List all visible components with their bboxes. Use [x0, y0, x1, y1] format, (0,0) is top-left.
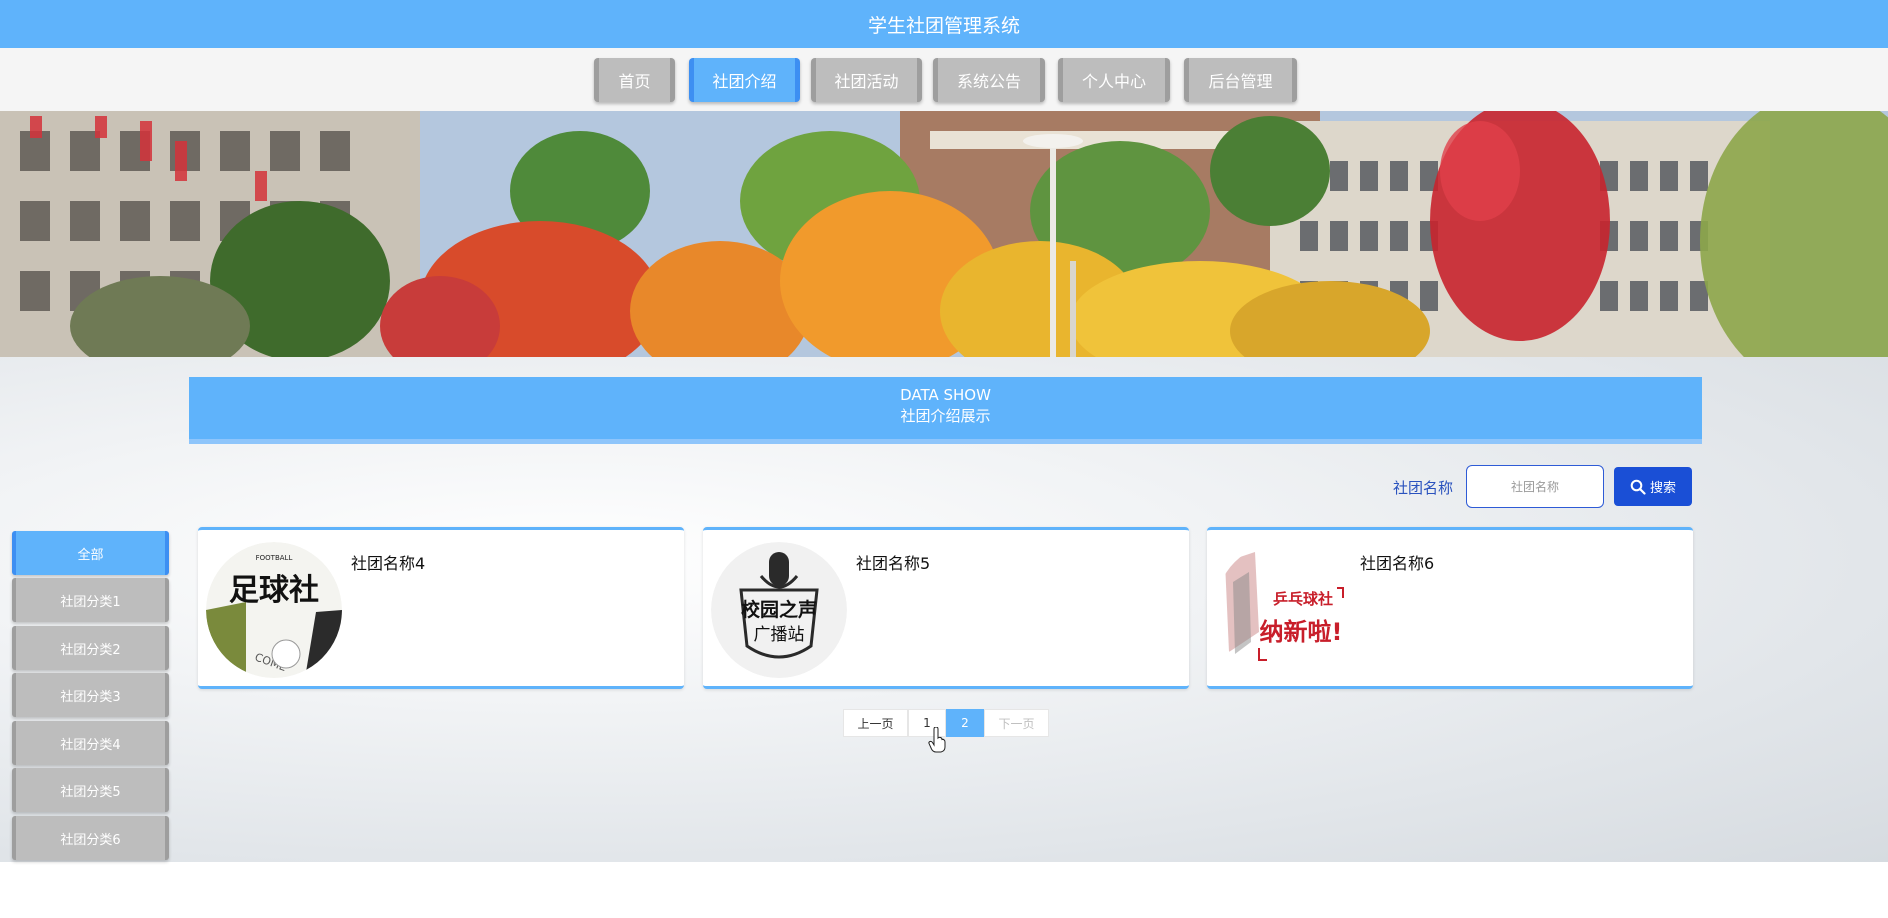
nav-label: 后台管理	[1208, 72, 1273, 91]
club-image-pingpong: 乒乓球社 纳新啦!	[1215, 542, 1351, 678]
section-header: DATA SHOW 社团介绍展示	[189, 377, 1702, 444]
sidebar-item-all[interactable]: 全部	[12, 531, 169, 575]
top-nav: 首页 社团介绍 社团活动 系统公告 个人中心 后台管理	[0, 58, 1888, 102]
sidebar-item-category-2[interactable]: 社团分类2	[12, 626, 169, 670]
sidebar-item-label: 社团分类3	[60, 689, 121, 705]
nav-label: 首页	[618, 72, 651, 91]
section-title: 社团介绍展示	[900, 407, 991, 425]
page-number-2[interactable]: 2	[946, 709, 984, 737]
club-name: 社团名称5	[856, 554, 931, 573]
club-card[interactable]: FOOTBALL 足球社 COME 社团名称4	[198, 527, 684, 689]
next-page-label: 下一页	[998, 716, 1035, 731]
football-logo-text: FOOTBALL	[256, 554, 293, 562]
sidebar-item-label: 社团分类5	[60, 784, 121, 800]
club-card[interactable]: 乒乓球社 纳新啦! 社团名称6	[1207, 527, 1693, 689]
search-icon	[1630, 479, 1646, 495]
nav-label: 社团介绍	[712, 72, 777, 91]
pingpong-logo-line1: 乒乓球社	[1273, 590, 1333, 608]
campus-banner-illustration	[0, 111, 1888, 357]
app-title: 学生社团管理系统	[867, 14, 1020, 37]
search-button-label: 搜索	[1649, 481, 1676, 496]
sidebar-item-category-4[interactable]: 社团分类4	[12, 721, 169, 765]
club-name: 社团名称6	[1360, 554, 1435, 573]
club-card[interactable]: 校园之声 广播站 社团名称5	[703, 527, 1189, 689]
hand-pointer-icon	[928, 727, 946, 753]
app-header: 学生社团管理系统	[0, 0, 1888, 48]
search-input[interactable]	[1466, 465, 1604, 508]
nav-item-personal-center[interactable]: 个人中心	[1058, 58, 1170, 102]
nav-item-admin[interactable]: 后台管理	[1184, 58, 1297, 102]
nav-label: 社团活动	[834, 72, 899, 91]
prev-page-label: 上一页	[857, 716, 894, 731]
nav-label: 个人中心	[1081, 72, 1146, 91]
section-kicker: DATA SHOW	[900, 386, 991, 404]
nav-item-announcements[interactable]: 系统公告	[933, 58, 1045, 102]
nav-item-home[interactable]: 首页	[594, 58, 675, 102]
pingpong-logo-line2: 纳新啦!	[1260, 618, 1343, 646]
pingpong-club-image: 乒乓球社 纳新啦!	[1215, 542, 1351, 678]
search-button[interactable]: 搜索	[1614, 467, 1692, 506]
sidebar-item-label: 全部	[77, 547, 104, 563]
club-image-radio: 校园之声 广播站	[711, 542, 847, 678]
sidebar-item-label: 社团分类6	[60, 832, 121, 848]
prev-page-button[interactable]: 上一页	[843, 709, 908, 737]
football-club-image: FOOTBALL 足球社 COME	[206, 542, 342, 678]
sidebar-item-category-1[interactable]: 社团分类1	[12, 578, 169, 622]
page-number-label: 2	[961, 716, 969, 730]
club-image-football: FOOTBALL 足球社 COME	[206, 542, 342, 678]
nav-label: 系统公告	[956, 72, 1021, 91]
next-page-button[interactable]: 下一页	[984, 709, 1049, 737]
radio-logo-line1: 校园之声	[741, 598, 817, 621]
sidebar-item-category-3[interactable]: 社团分类3	[12, 673, 169, 717]
sidebar-item-label: 社团分类1	[60, 594, 121, 610]
radio-station-image: 校园之声 广播站	[711, 542, 847, 678]
football-club-logo-text: 足球社	[229, 573, 319, 608]
campus-banner	[0, 111, 1888, 357]
sidebar-item-category-6[interactable]: 社团分类6	[12, 816, 169, 860]
sidebar-item-label: 社团分类4	[60, 737, 121, 753]
nav-item-club-intro[interactable]: 社团介绍	[689, 58, 800, 102]
radio-logo-line2: 广播站	[754, 625, 805, 645]
main-content: DATA SHOW 社团介绍展示 社团名称 搜索 全部 社团分类1 社团分类2 …	[0, 357, 1888, 862]
nav-item-club-activities[interactable]: 社团活动	[811, 58, 922, 102]
search-label: 社团名称	[1393, 479, 1454, 497]
sidebar-item-category-5[interactable]: 社团分类5	[12, 768, 169, 812]
sidebar-item-label: 社团分类2	[60, 642, 121, 658]
club-name: 社团名称4	[351, 554, 426, 573]
top-nav-bar: 首页 社团介绍 社团活动 系统公告 个人中心 后台管理	[0, 48, 1888, 111]
